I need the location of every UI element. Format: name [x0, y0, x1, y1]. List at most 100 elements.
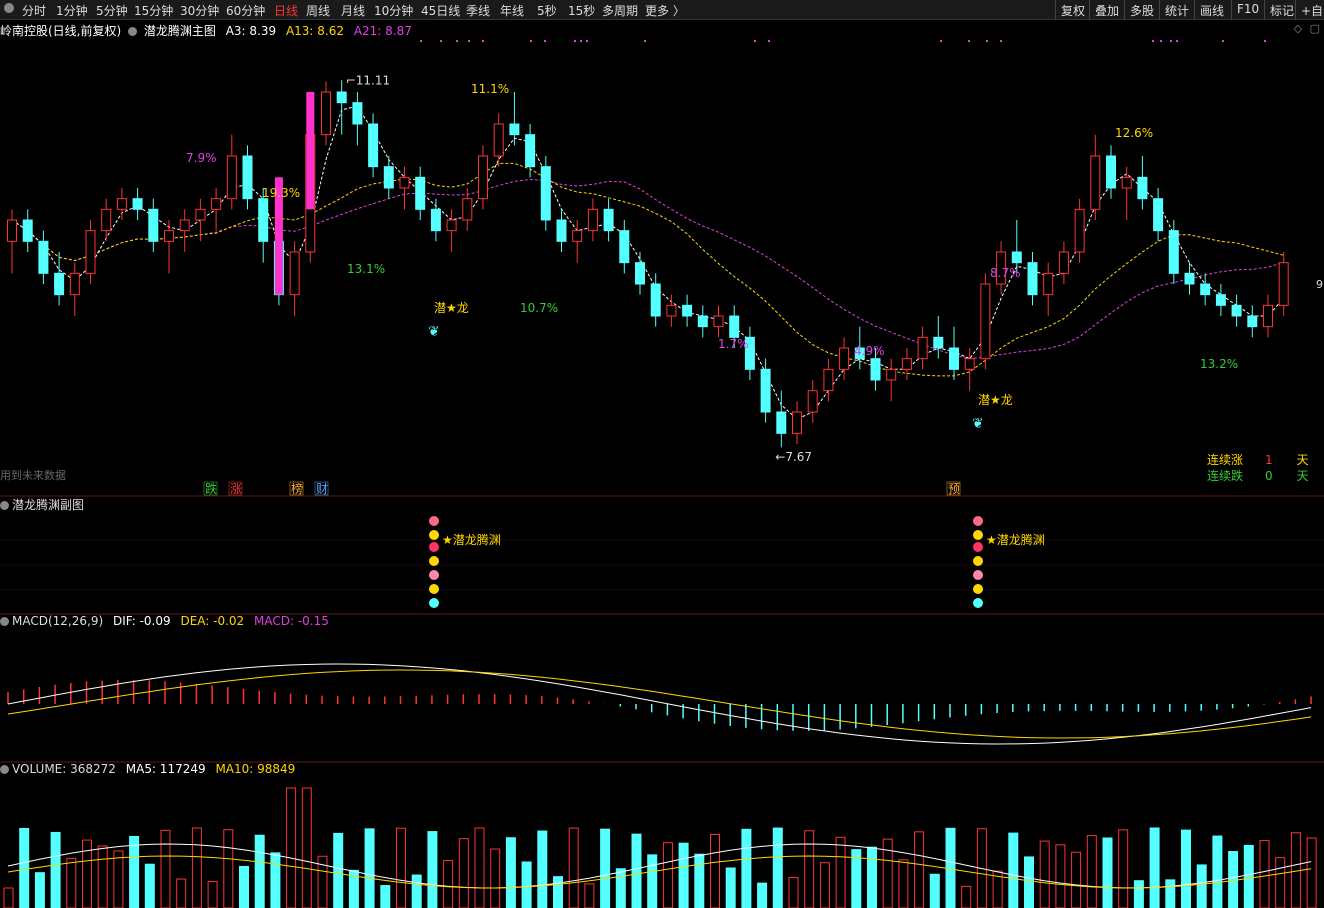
candle-body[interactable]: [839, 347, 850, 370]
candle-body[interactable]: [792, 411, 802, 434]
candle-body[interactable]: [116, 198, 127, 210]
stock-title[interactable]: 岭南控股(日线,前复权): [0, 24, 121, 38]
tool-button-5[interactable]: F10: [1237, 2, 1259, 16]
period-tab-5[interactable]: 60分钟: [226, 2, 265, 19]
candle-body[interactable]: [1215, 294, 1226, 306]
candle-body[interactable]: [368, 123, 379, 168]
candle-body[interactable]: [666, 304, 677, 317]
candle-body[interactable]: [713, 315, 724, 328]
candle-body[interactable]: [22, 219, 33, 242]
candle-body[interactable]: [635, 262, 645, 285]
candle-body[interactable]: [933, 336, 944, 349]
period-tab-13[interactable]: 5秒: [537, 2, 557, 19]
candle-body[interactable]: [776, 411, 787, 434]
candle-body[interactable]: [1153, 198, 1164, 232]
candle-body[interactable]: [242, 155, 253, 200]
tool-button-0[interactable]: 复权: [1061, 2, 1085, 19]
candle-body[interactable]: [619, 230, 630, 264]
period-tab-9[interactable]: 10分钟: [374, 2, 413, 19]
candle-body[interactable]: [1184, 272, 1195, 285]
dropdown-icon[interactable]: [0, 501, 9, 510]
candle-body[interactable]: [132, 198, 143, 210]
period-tab-3[interactable]: 15分钟: [134, 2, 173, 19]
candle-body[interactable]: [430, 208, 441, 232]
candle-body[interactable]: [1168, 230, 1179, 274]
candle-body[interactable]: [478, 155, 488, 200]
candle-body[interactable]: [729, 315, 740, 338]
candle-body[interactable]: [823, 368, 834, 392]
candle-body[interactable]: [493, 123, 504, 157]
candle-body[interactable]: [1137, 176, 1148, 200]
candle-body[interactable]: [211, 198, 222, 210]
period-tab-6[interactable]: 日线: [274, 2, 298, 19]
tool-button-6[interactable]: 标记: [1270, 2, 1294, 19]
candle-body[interactable]: [195, 208, 206, 221]
candle-body[interactable]: [540, 166, 551, 221]
candle-body[interactable]: [226, 155, 237, 200]
candle-body[interactable]: [258, 198, 269, 242]
period-tab-12[interactable]: 年线: [500, 2, 524, 19]
candle-body[interactable]: [446, 219, 457, 232]
candle-body[interactable]: [54, 272, 65, 296]
candle-body[interactable]: [980, 283, 991, 360]
candle-body[interactable]: [1263, 304, 1273, 328]
candle-body[interactable]: [572, 230, 583, 242]
candle-body[interactable]: [69, 272, 80, 296]
candle-body[interactable]: [321, 91, 331, 136]
tool-button-1[interactable]: 叠加: [1095, 2, 1119, 19]
candle-body[interactable]: [807, 390, 818, 413]
candle-body[interactable]: [1121, 176, 1132, 189]
candle-body[interactable]: [289, 251, 300, 296]
candle-body[interactable]: [870, 358, 881, 381]
candle-body[interactable]: [682, 304, 693, 317]
candle-body[interactable]: [1231, 304, 1242, 317]
dropdown-icon[interactable]: [0, 617, 9, 626]
diamond-icon[interactable]: ◇: [1294, 22, 1302, 35]
candle-body[interactable]: [164, 230, 174, 242]
period-tab-2[interactable]: 5分钟: [96, 2, 128, 19]
candle-body[interactable]: [1027, 262, 1038, 296]
macd-title[interactable]: MACD(12,26,9): [12, 614, 103, 628]
window-icon[interactable]: ▢: [1310, 22, 1320, 35]
candle-body[interactable]: [415, 176, 426, 210]
candle-body[interactable]: [525, 134, 536, 168]
candle-body[interactable]: [650, 283, 661, 317]
candle-body[interactable]: [1200, 283, 1211, 296]
panel-controls[interactable]: ◇ ▢: [1294, 22, 1320, 35]
candle-body[interactable]: [101, 208, 112, 232]
period-tab-8[interactable]: 月线: [341, 2, 365, 19]
dropdown-icon[interactable]: [0, 765, 9, 774]
candle-body[interactable]: [462, 198, 473, 221]
tool-button-3[interactable]: 统计: [1165, 2, 1189, 19]
candle-body[interactable]: [85, 230, 96, 274]
candle-body[interactable]: [179, 219, 190, 232]
volume-title[interactable]: VOLUME: 368272: [12, 762, 116, 776]
candle-body[interactable]: [1043, 272, 1054, 296]
candle-body[interactable]: [886, 368, 897, 381]
candle-body[interactable]: [148, 208, 159, 242]
period-tab-10[interactable]: 45日线: [421, 2, 460, 19]
candle-body[interactable]: [697, 315, 708, 328]
candle-body[interactable]: [1074, 208, 1085, 253]
dropdown-icon[interactable]: [128, 27, 138, 36]
candle-body[interactable]: [917, 336, 928, 360]
indicator-name[interactable]: 潜龙腾渊主图: [144, 24, 216, 38]
tool-button-2[interactable]: 多股: [1130, 2, 1154, 19]
candle-body[interactable]: [556, 219, 567, 242]
sub-chart-title[interactable]: 潜龙腾渊副图: [12, 498, 84, 512]
candle-body[interactable]: [901, 358, 912, 370]
candle-body[interactable]: [1106, 155, 1116, 189]
candle-body[interactable]: [38, 240, 49, 274]
menu-dot-icon[interactable]: [4, 2, 14, 16]
candle-body[interactable]: [964, 358, 975, 370]
candle-body[interactable]: [1011, 251, 1022, 264]
candle-body[interactable]: [949, 347, 959, 370]
period-tab-15[interactable]: 多周期: [602, 2, 638, 19]
period-tab-7[interactable]: 周线: [306, 2, 330, 19]
candle-body[interactable]: [587, 208, 598, 232]
candle-body[interactable]: [603, 208, 614, 232]
tool-button-7[interactable]: +自: [1301, 2, 1323, 19]
candle-body[interactable]: [1090, 155, 1101, 210]
candle-body[interactable]: [399, 176, 410, 189]
candle-body[interactable]: [760, 368, 771, 413]
